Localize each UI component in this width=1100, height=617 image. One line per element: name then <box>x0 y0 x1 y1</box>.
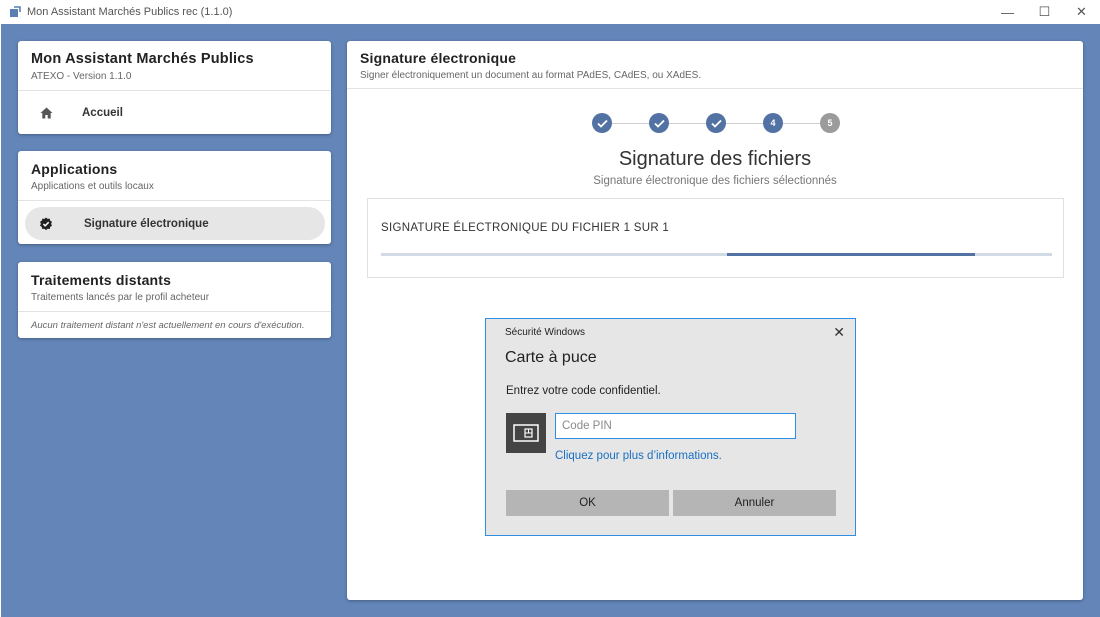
step-2-check-icon <box>649 113 669 133</box>
step-5-pending: 5 <box>820 113 840 133</box>
dialog-caption: Sécurité Windows <box>505 327 586 338</box>
step-title: Signature des fichiers <box>618 148 812 170</box>
close-window-button[interactable]: ✕ <box>1063 0 1100 24</box>
remote-subtitle: Traitements lancés par le profil acheteu… <box>31 292 210 303</box>
step-connector <box>783 122 820 124</box>
progress-track <box>381 253 1052 256</box>
step-1-check-icon <box>592 113 612 133</box>
ok-button[interactable]: OK <box>506 490 669 516</box>
remote-title: Traitements distants <box>31 272 172 288</box>
step-3-check-icon <box>706 113 726 133</box>
step-4-active: 4 <box>763 113 783 133</box>
panel-header: Signature électronique Signer électroniq… <box>347 41 1083 89</box>
stepper: 4 5 <box>592 113 840 133</box>
applications-card-header: Applications Applications et outils loca… <box>18 151 331 201</box>
dialog-heading: Carte à puce <box>505 349 597 366</box>
maximize-button[interactable]: ☐ <box>1026 0 1063 24</box>
sidebar-item-signature-label: Signature électronique <box>84 217 209 230</box>
more-info-link[interactable]: Cliquez pour plus d’informations. <box>555 450 722 462</box>
panel-subtitle: Signer électroniquement un document au f… <box>360 70 702 81</box>
progress-fill <box>727 253 975 256</box>
step-subtitle: Signature électronique des fichiers séle… <box>593 175 837 187</box>
app-main: Mon Assistant Marchés Publics ATEXO - Ve… <box>1 24 1100 617</box>
app-icon <box>9 6 21 18</box>
remote-processing-card: Traitements distants Traitements lancés … <box>18 262 331 338</box>
step-connector <box>669 122 706 124</box>
app-name: Mon Assistant Marchés Publics <box>31 51 254 67</box>
progress-label: SIGNATURE ÉLECTRONIQUE DU FICHIER 1 SUR … <box>381 222 670 234</box>
app-version: ATEXO - Version 1.1.0 <box>31 71 132 82</box>
applications-card: Applications Applications et outils loca… <box>18 151 331 244</box>
dialog-close-button[interactable]: ✕ <box>833 324 845 341</box>
panel-title: Signature électronique <box>360 50 517 66</box>
minimize-button[interactable]: — <box>989 0 1026 24</box>
applications-subtitle: Applications et outils locaux <box>31 181 154 192</box>
sidebar-item-home-label: Accueil <box>82 107 123 119</box>
home-card-header: Mon Assistant Marchés Publics ATEXO - Ve… <box>18 41 331 91</box>
sidebar-item-home[interactable]: Accueil <box>18 91 331 135</box>
window-controls: — ☐ ✕ <box>989 0 1100 24</box>
dialog-prompt: Entrez votre code confidentiel. <box>506 385 661 397</box>
home-icon <box>38 105 54 121</box>
pin-input[interactable] <box>555 413 796 439</box>
window-titlebar: Mon Assistant Marchés Publics rec (1.1.0… <box>0 0 1100 24</box>
smart-card-icon <box>506 413 546 453</box>
verified-badge-icon <box>38 216 54 232</box>
cancel-button[interactable]: Annuler <box>673 490 836 516</box>
step-connector <box>612 122 649 124</box>
applications-title: Applications <box>31 161 118 177</box>
remote-card-header: Traitements distants Traitements lancés … <box>18 262 331 312</box>
sidebar-item-signature[interactable]: Signature électronique <box>25 207 325 240</box>
home-card: Mon Assistant Marchés Publics ATEXO - Ve… <box>18 41 331 134</box>
windows-security-dialog: Sécurité Windows ✕ Carte à puce Entrez v… <box>485 318 856 536</box>
window-title: Mon Assistant Marchés Publics rec (1.1.0… <box>27 6 233 18</box>
progress-box: SIGNATURE ÉLECTRONIQUE DU FICHIER 1 SUR … <box>367 198 1064 278</box>
step-connector <box>726 122 763 124</box>
remote-empty-message: Aucun traitement distant n'est actuellem… <box>31 320 305 331</box>
